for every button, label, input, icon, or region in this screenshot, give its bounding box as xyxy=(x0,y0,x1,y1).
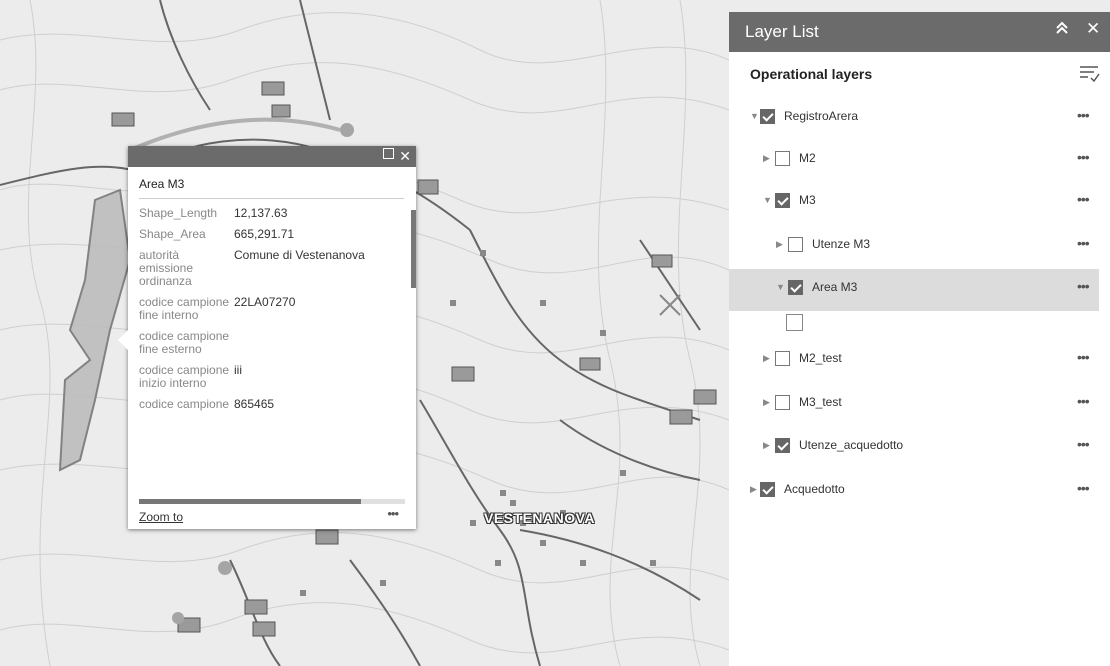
popup-header: ✕ xyxy=(128,146,416,167)
attribute-row: codice campione fine interno 22LA07270 xyxy=(139,295,401,329)
layer-label: M3_test xyxy=(799,395,842,409)
layer-checkbox[interactable] xyxy=(760,109,775,124)
expand-arrow-icon[interactable]: ▶ xyxy=(750,484,757,495)
layer-row-utenze-acquedotto[interactable]: ▶ Utenze_acquedotto ••• xyxy=(729,427,1099,469)
layer-checkbox[interactable] xyxy=(788,280,803,295)
attribute-key: Shape_Area xyxy=(139,227,206,241)
attribute-value: 665,291.71 xyxy=(234,227,295,241)
feature-popup: ✕ Area M3 Shape_Length 12,137.63 Shape_Ar… xyxy=(118,146,416,529)
layer-label: Utenze_acquedotto xyxy=(799,438,904,452)
expand-arrow-icon[interactable]: ▶ xyxy=(776,239,783,250)
layer-options-icon[interactable]: ••• xyxy=(1077,235,1090,251)
vertical-scrollbar[interactable] xyxy=(411,206,416,496)
layer-options-icon[interactable]: ••• xyxy=(1077,393,1090,409)
layer-row-m2[interactable]: ▶ M2 ••• xyxy=(729,140,1099,182)
attribute-row: codice campione fine esterno xyxy=(139,329,401,363)
layer-checkbox[interactable] xyxy=(760,482,775,497)
attribute-key: autorità emissione ordinanza xyxy=(139,248,194,288)
panel-header: Layer List ✕ xyxy=(729,12,1110,52)
expand-arrow-icon[interactable]: ▼ xyxy=(750,111,759,121)
operational-layers-heading: Operational layers xyxy=(750,66,873,82)
attribute-row: Shape_Length 12,137.63 xyxy=(139,206,401,227)
attribute-value: Comune di Vestenanova xyxy=(234,248,365,262)
attribute-key: Shape_Length xyxy=(139,206,218,220)
place-label-vestenanova: VESTENANOVA xyxy=(484,510,596,526)
layer-options-icon[interactable]: ••• xyxy=(1077,480,1090,496)
legend-swatch xyxy=(786,314,803,331)
horizontal-scrollbar[interactable] xyxy=(139,499,405,504)
layer-row-m3-test[interactable]: ▶ M3_test ••• xyxy=(729,384,1099,426)
attribute-key: codice campione inizio interno xyxy=(139,363,230,390)
popup-attributes[interactable]: Shape_Length 12,137.63 Shape_Area 665,291.… xyxy=(139,206,401,496)
layer-checkbox[interactable] xyxy=(775,151,790,166)
expand-arrow-icon[interactable]: ▶ xyxy=(763,353,770,364)
scrollbar-thumb[interactable] xyxy=(139,499,361,504)
layer-options-icon[interactable]: ••• xyxy=(1077,191,1090,207)
popup-pointer xyxy=(118,330,128,350)
layer-label: Utenze M3 xyxy=(812,237,871,251)
layer-checkbox[interactable] xyxy=(775,193,790,208)
attribute-key: codice campione fine esterno xyxy=(139,329,230,356)
layer-list-panel: Layer List ✕ Operational layers ▼ Regist… xyxy=(729,0,1110,666)
layer-options-icon[interactable]: ••• xyxy=(1077,349,1090,365)
attribute-value: 22LA07270 xyxy=(234,295,296,309)
layer-row-registroarera[interactable]: ▼ RegistroArera ••• xyxy=(729,98,1099,140)
attribute-row: autorità emissione ordinanza Comune di Ve… xyxy=(139,248,401,295)
popup-title: Area M3 xyxy=(139,177,185,191)
close-icon[interactable]: ✕ xyxy=(399,148,411,164)
close-icon[interactable]: ✕ xyxy=(1086,19,1100,39)
layer-label: Area M3 xyxy=(812,280,858,294)
expand-arrow-icon[interactable]: ▶ xyxy=(763,440,770,451)
layer-options-icon[interactable]: ••• xyxy=(1077,278,1090,294)
attribute-key: codice campione fine interno xyxy=(139,295,230,322)
layer-label: M3 xyxy=(799,193,816,207)
layer-options-icon[interactable]: ••• xyxy=(1077,149,1090,165)
layer-row-m3[interactable]: ▼ M3 ••• xyxy=(729,182,1099,224)
popup-divider xyxy=(139,198,404,199)
attribute-key: codice campione xyxy=(139,397,230,411)
expand-arrow-icon[interactable]: ▶ xyxy=(763,397,770,408)
collapse-icon[interactable] xyxy=(1055,21,1069,39)
attribute-value: iii xyxy=(234,363,242,377)
layer-label: M2_test xyxy=(799,351,842,365)
layer-row-area-m3[interactable]: ▼ Area M3 ••• xyxy=(729,269,1099,311)
expand-arrow-icon[interactable]: ▶ xyxy=(763,153,770,164)
expand-arrow-icon[interactable]: ▼ xyxy=(776,282,785,292)
zoom-to-link[interactable]: Zoom to xyxy=(139,510,183,524)
layer-row-utenze-m3[interactable]: ▶ Utenze M3 ••• xyxy=(729,226,1099,268)
layer-label: Acquedotto xyxy=(784,482,845,496)
layer-label: RegistroArera xyxy=(784,109,859,123)
layer-checkbox[interactable] xyxy=(775,395,790,410)
attribute-value: 865465 xyxy=(234,397,275,411)
attribute-row: codice campione inizio interno iii xyxy=(139,363,401,397)
attribute-row: Shape_Area 665,291.71 xyxy=(139,227,401,248)
layer-row-m2-test[interactable]: ▶ M2_test ••• xyxy=(729,340,1099,382)
expand-arrow-icon[interactable]: ▼ xyxy=(763,195,772,205)
attribute-value xyxy=(234,329,401,363)
layer-checkbox[interactable] xyxy=(788,237,803,252)
layer-options-icon[interactable]: ••• xyxy=(1077,107,1090,123)
maximize-icon[interactable] xyxy=(383,148,394,159)
attribute-value: 12,137.63 xyxy=(234,206,288,220)
filter-icon[interactable] xyxy=(1078,64,1100,84)
layer-checkbox[interactable] xyxy=(775,438,790,453)
more-options-icon[interactable]: ••• xyxy=(387,506,399,521)
layer-label: M2 xyxy=(799,151,816,165)
layer-options-icon[interactable]: ••• xyxy=(1077,436,1090,452)
attribute-row: codice campione 865465 xyxy=(139,397,401,418)
panel-title: Layer List xyxy=(745,22,819,41)
scrollbar-thumb[interactable] xyxy=(411,210,416,288)
panel-top-strip xyxy=(729,0,1110,12)
layer-row-acquedotto[interactable]: ▶ Acquedotto ••• xyxy=(729,471,1099,513)
layer-checkbox[interactable] xyxy=(775,351,790,366)
